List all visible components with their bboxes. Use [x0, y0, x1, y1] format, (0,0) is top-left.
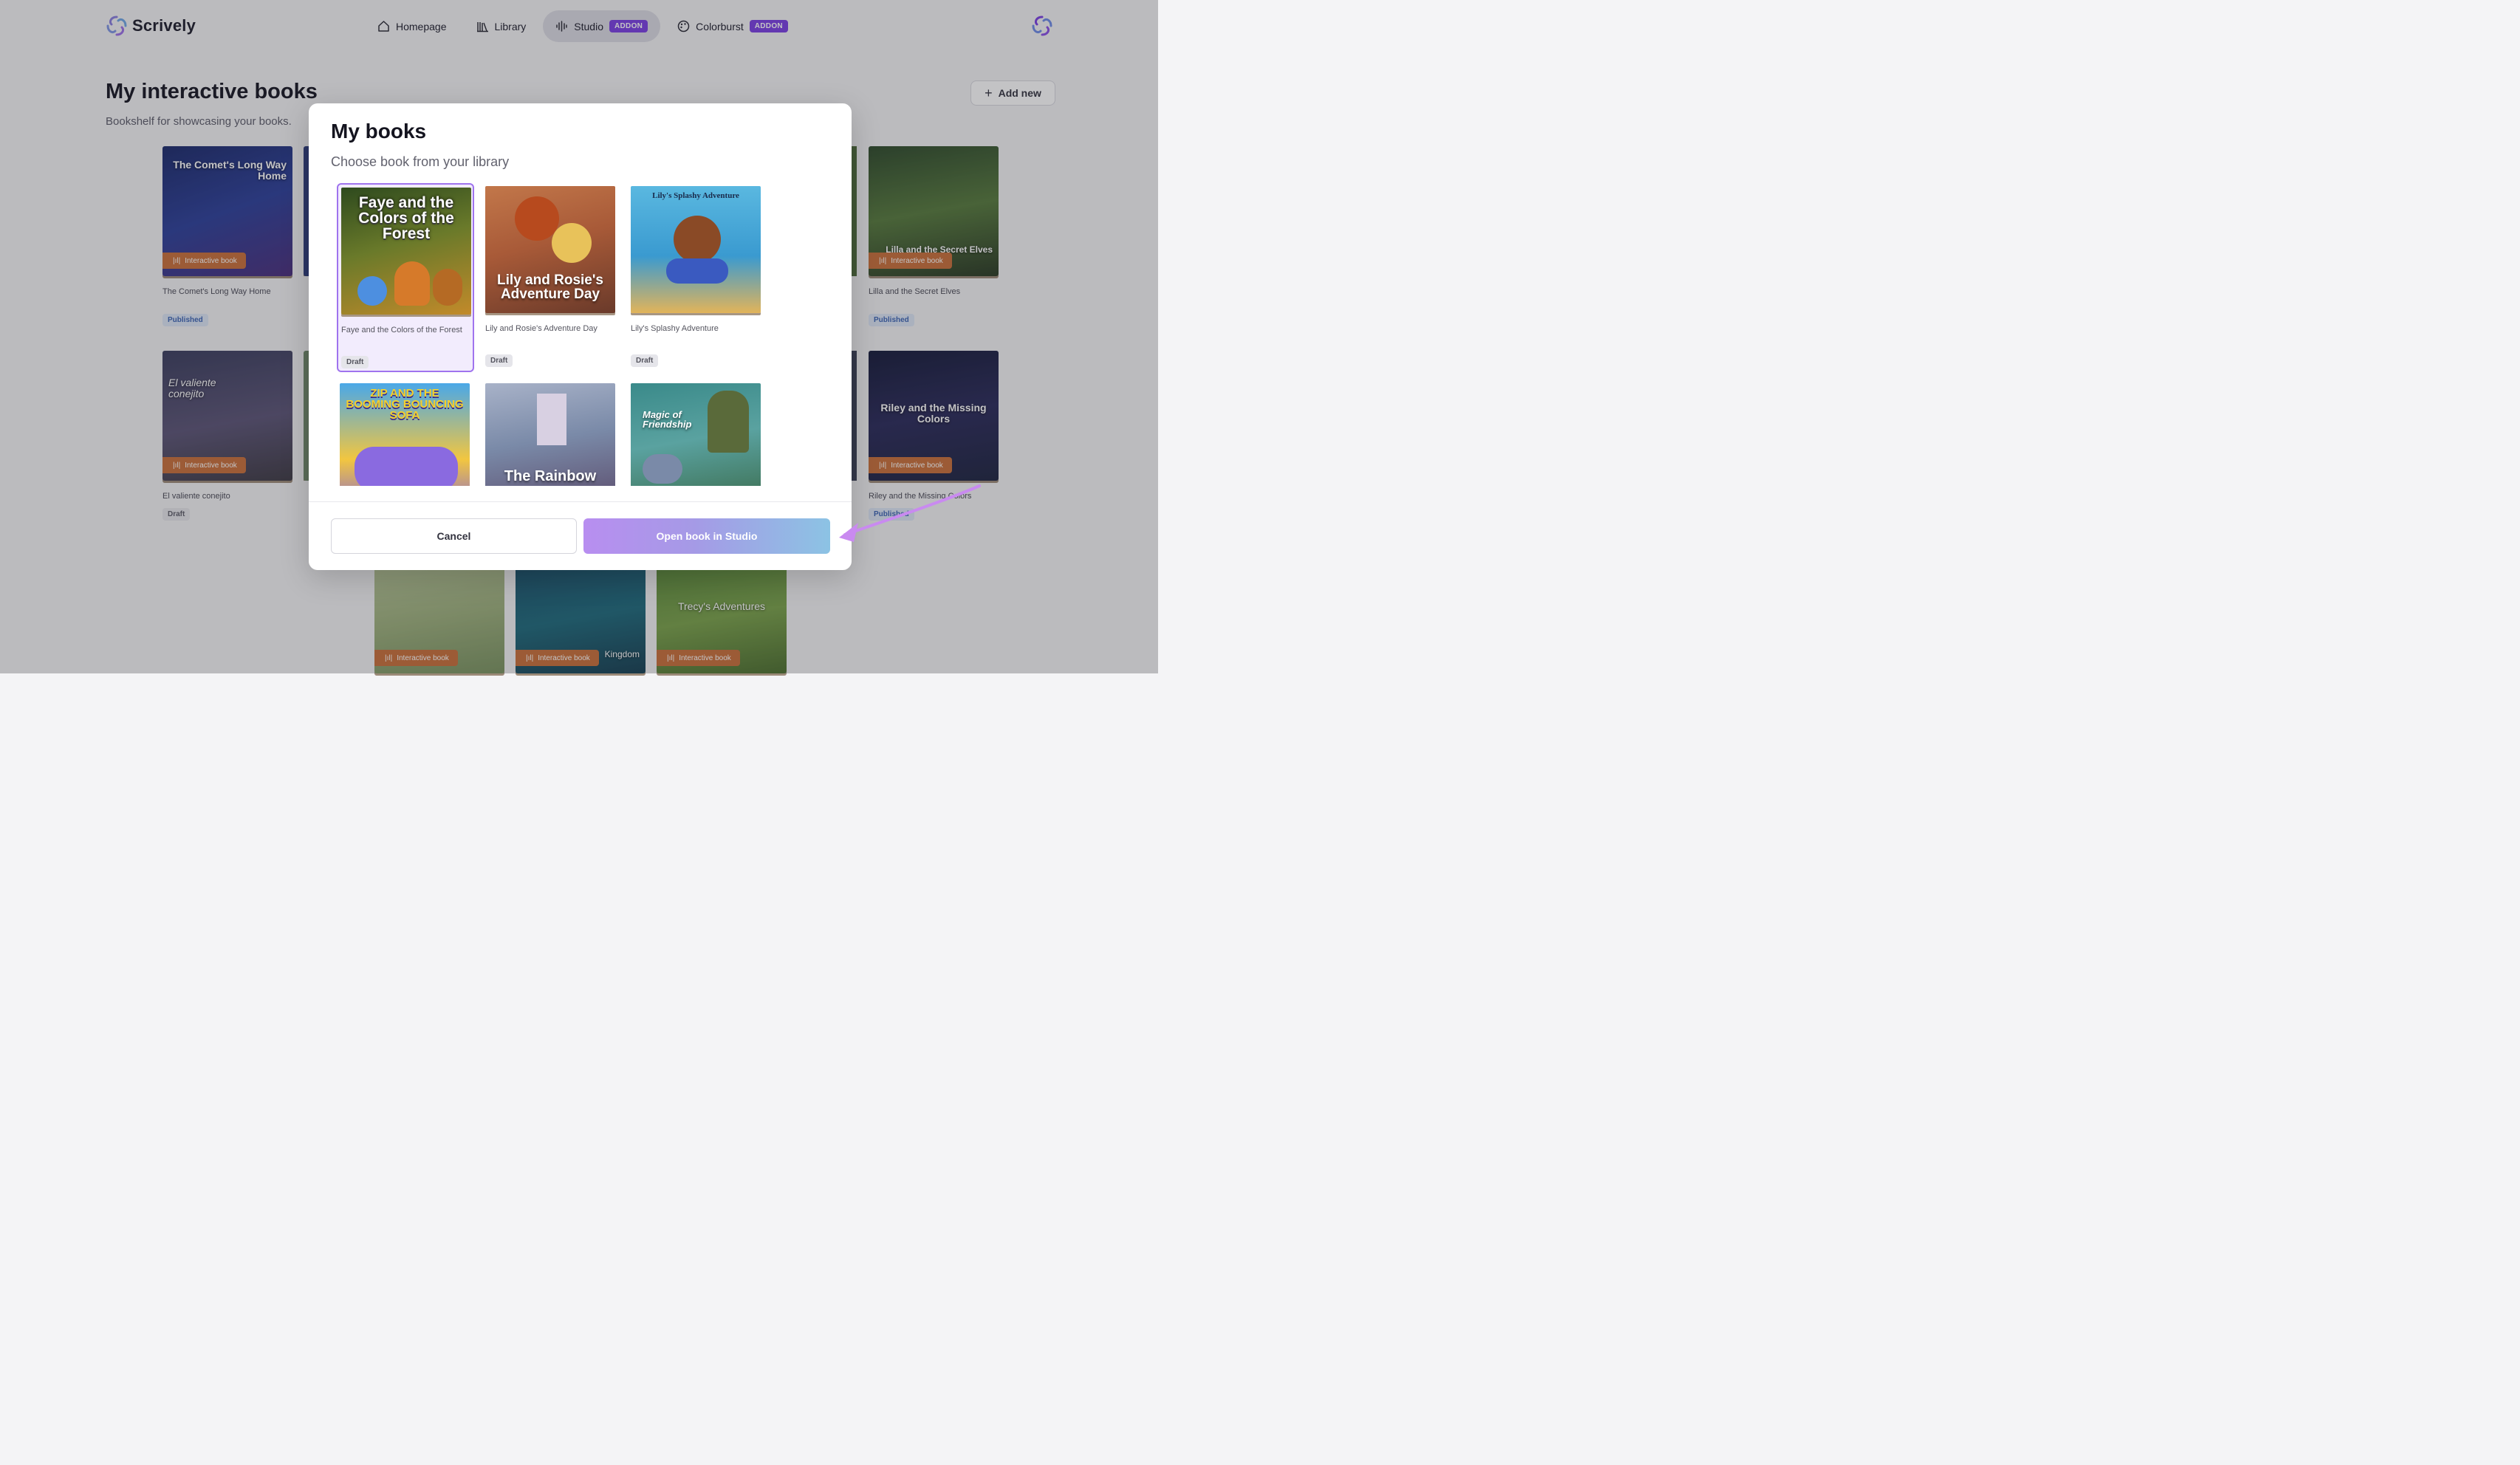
status-badge: Draft	[341, 356, 369, 368]
dialog-title: My books	[331, 120, 427, 143]
open-in-studio-button[interactable]: Open book in Studio	[583, 518, 830, 554]
status-badge: Draft	[631, 354, 659, 367]
elephant-illustration	[643, 454, 682, 484]
book-cover: Lily and Rosie's Adventure Day	[485, 186, 615, 313]
dialog-subtitle: Choose book from your library	[331, 154, 510, 169]
book-title: Lily and Rosie's Adventure Day	[485, 324, 598, 333]
book-cover: The Rainbow	[485, 383, 615, 486]
castle-illustration	[537, 394, 566, 445]
book-cover: ZIP AND THE BOOMING BOUNCING SOFA	[340, 383, 470, 486]
book-picker-grid[interactable]: Faye and the Colors of the Forest Faye a…	[337, 183, 780, 486]
cover-title: Lily and Rosie's Adventure Day	[497, 272, 603, 302]
cover-title: Lily's Splashy Adventure	[652, 191, 739, 200]
squirrel-illustration	[433, 269, 462, 306]
book-option[interactable]: The Rainbow	[482, 380, 620, 486]
annotation-arrow-icon	[839, 484, 981, 542]
book-option-selected[interactable]: Faye and the Colors of the Forest Faye a…	[337, 183, 474, 372]
book-option[interactable]: ZIP AND THE BOOMING BOUNCING SOFA	[337, 380, 474, 486]
sofa-illustration	[355, 447, 458, 486]
cover-title: Faye and the Colors of the Forest	[358, 194, 454, 242]
book-cover: Magic of Friendship	[631, 383, 761, 486]
dialog-divider	[309, 501, 852, 502]
book-cover: Lily's Splashy Adventure	[631, 186, 761, 313]
child-illustration	[552, 223, 592, 263]
book-option[interactable]: Lily and Rosie's Adventure Day Lily and …	[482, 183, 620, 372]
cover-title: The Rainbow	[504, 468, 597, 484]
book-title: Lily's Splashy Adventure	[631, 324, 719, 333]
cover-title: ZIP AND THE BOOMING BOUNCING SOFA	[346, 387, 464, 422]
treehouse-illustration	[708, 391, 749, 453]
fox-illustration	[394, 261, 430, 306]
book-option[interactable]: Magic of Friendship	[628, 380, 765, 486]
book-cover: Faye and the Colors of the Forest	[341, 188, 471, 315]
status-badge: Draft	[485, 354, 513, 367]
child-illustration	[515, 196, 559, 241]
book-title: Faye and the Colors of the Forest	[341, 326, 462, 334]
cover-title: Magic of Friendship	[643, 409, 692, 430]
bird-illustration	[357, 276, 387, 306]
choose-book-dialog: My books Choose book from your library F…	[309, 103, 852, 570]
cancel-button[interactable]: Cancel	[331, 518, 577, 554]
book-option[interactable]: Lily's Splashy Adventure Lily's Splashy …	[628, 183, 765, 372]
child-illustration	[674, 216, 721, 263]
swimsuit-illustration	[666, 258, 728, 284]
